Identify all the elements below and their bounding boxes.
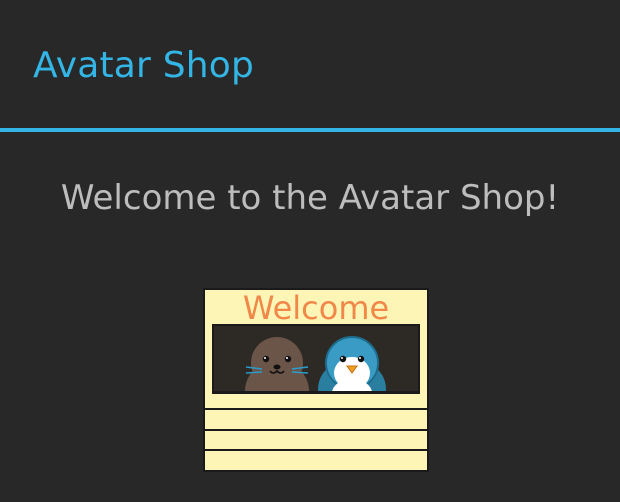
dialog-title: Avatar Shop <box>33 45 255 86</box>
welcome-message: Welcome to the Avatar Shop! <box>60 178 560 218</box>
booth-window <box>212 324 420 394</box>
dialog-title-bar: Avatar Shop <box>0 0 620 128</box>
booth-sign-text: Welcome <box>243 289 389 327</box>
booth-counter <box>204 394 428 471</box>
title-divider <box>0 128 620 132</box>
avatar-shop-booth-image: Welcome <box>203 288 429 472</box>
avatar-shop-dialog: Avatar Shop Welcome to the Avatar Shop! … <box>0 0 620 502</box>
